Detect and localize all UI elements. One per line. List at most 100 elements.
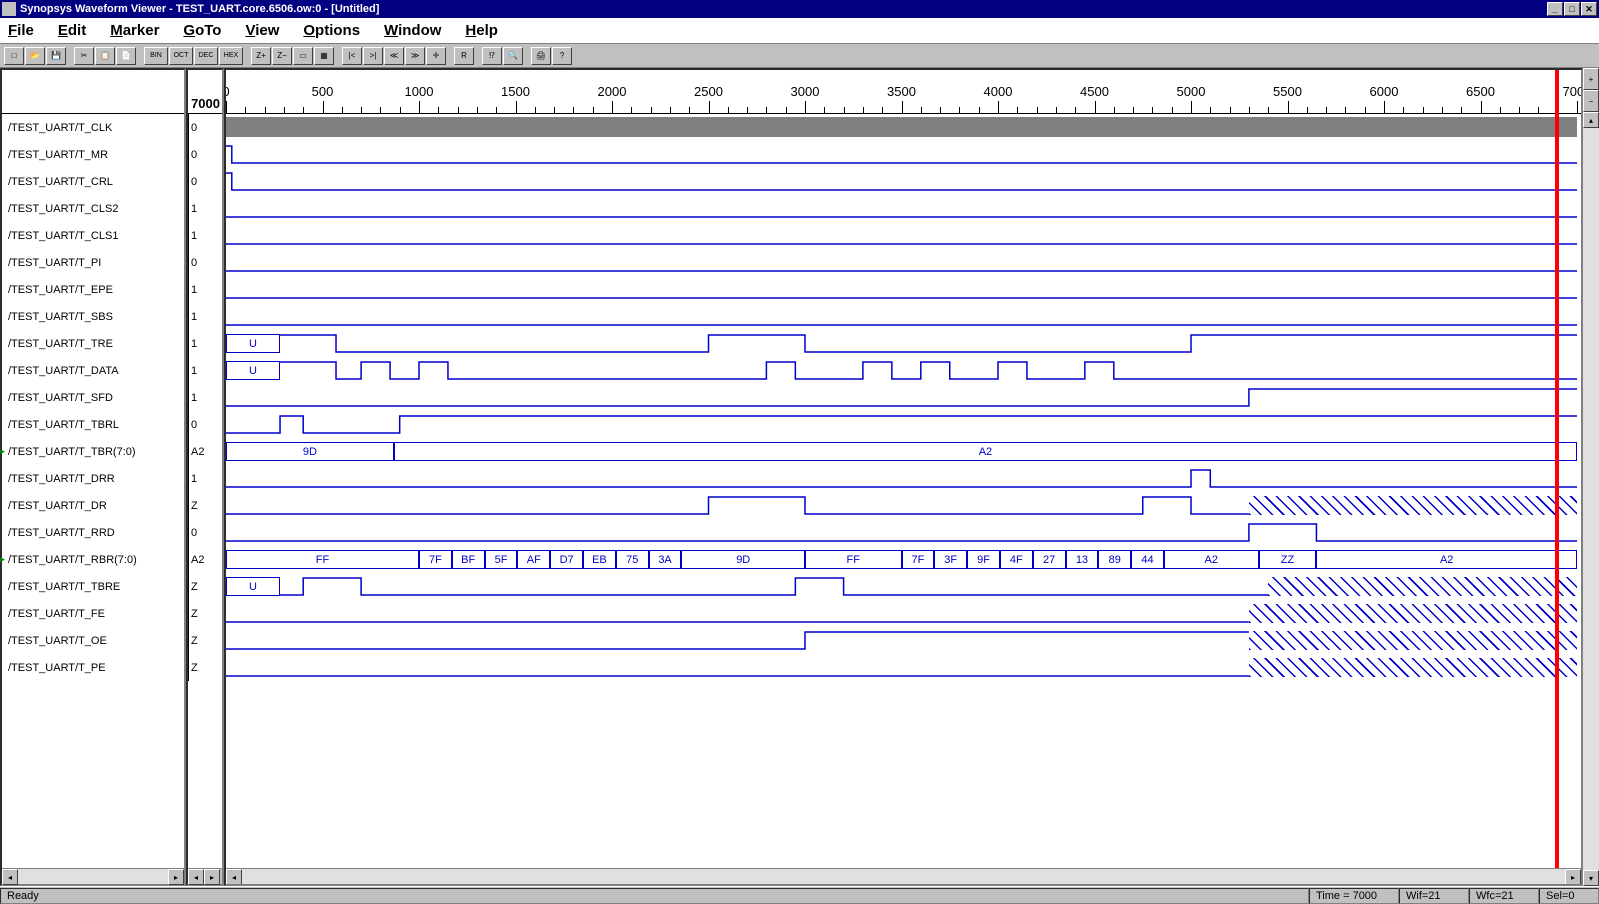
toolbar-btn[interactable]: |< xyxy=(342,47,362,65)
toolbar-btn[interactable]: ⁉ xyxy=(482,47,502,65)
ruler-tick-label: 2000 xyxy=(598,84,627,99)
ruler-tick-label: 4000 xyxy=(984,84,1013,99)
waveform-row[interactable] xyxy=(226,384,1581,411)
signal-name[interactable]: /TEST_UART/T_EPE xyxy=(2,276,184,303)
waveform-row[interactable] xyxy=(226,465,1581,492)
wave-scroll-left[interactable]: ◂ xyxy=(226,869,242,885)
bus-segment: 7F xyxy=(902,550,935,569)
vals-scroll-left[interactable]: ◂ xyxy=(188,869,204,885)
toolbar-btn[interactable]: ✛ xyxy=(426,47,446,65)
waveform-row[interactable]: U xyxy=(226,357,1581,384)
menu-help[interactable]: Help xyxy=(465,22,498,39)
waveform-row[interactable] xyxy=(226,114,1581,141)
waveform-row[interactable]: 9DA2 xyxy=(226,438,1581,465)
signal-name[interactable]: /TEST_UART/T_CLK xyxy=(2,114,184,141)
waveform-row[interactable] xyxy=(226,303,1581,330)
toolbar-btn[interactable]: 🔍 xyxy=(503,47,523,65)
waveform-row[interactable] xyxy=(226,222,1581,249)
signal-name[interactable]: /TEST_UART/T_TBRE xyxy=(2,573,184,600)
signal-name-column: /TEST_UART/T_CLK/TEST_UART/T_MR/TEST_UAR… xyxy=(0,68,186,886)
waveform-row[interactable] xyxy=(226,141,1581,168)
menu-goto[interactable]: GoTo xyxy=(183,22,221,39)
signal-name[interactable]: /TEST_UART/T_TBR(7:0) xyxy=(2,438,184,465)
waveform-row[interactable] xyxy=(226,411,1581,438)
title-bar: Synopsys Waveform Viewer - TEST_UART.cor… xyxy=(0,0,1599,18)
signal-name[interactable]: /TEST_UART/T_DRR xyxy=(2,465,184,492)
time-ruler[interactable]: 0500100015002000250030003500400045005000… xyxy=(226,70,1581,114)
signal-name[interactable]: /TEST_UART/T_PI xyxy=(2,249,184,276)
waveform-column[interactable]: 0500100015002000250030003500400045005000… xyxy=(224,68,1583,886)
ruler-tick-label: 3000 xyxy=(791,84,820,99)
menu-file[interactable]: File xyxy=(8,22,34,39)
toolbar-btn[interactable]: ≫ xyxy=(405,47,425,65)
signal-value: 1 xyxy=(188,384,222,411)
minimize-button[interactable]: _ xyxy=(1547,2,1563,16)
toolbar-btn[interactable]: HEX xyxy=(219,47,243,65)
toolbar-btn[interactable]: 🖨 xyxy=(531,47,551,65)
wave-scroll-right[interactable]: ▸ xyxy=(1565,869,1581,885)
cursor-line[interactable] xyxy=(1555,70,1559,884)
signal-name[interactable]: /TEST_UART/T_CLS1 xyxy=(2,222,184,249)
waveform-row[interactable]: U xyxy=(226,330,1581,357)
wave-scroll-down[interactable]: ▾ xyxy=(1583,870,1599,886)
waveform-row[interactable] xyxy=(226,492,1581,519)
waveform-row[interactable] xyxy=(226,249,1581,276)
toolbar-btn[interactable]: DEC xyxy=(194,47,218,65)
toolbar-btn[interactable]: 📄 xyxy=(116,47,136,65)
waveform-row[interactable] xyxy=(226,195,1581,222)
menu-view[interactable]: View xyxy=(245,22,279,39)
menu-window[interactable]: Window xyxy=(384,22,441,39)
toolbar-btn[interactable]: □ xyxy=(4,47,24,65)
wave-scroll-up[interactable]: ▴ xyxy=(1583,112,1599,128)
waveform-row[interactable] xyxy=(226,627,1581,654)
signal-name[interactable]: /TEST_UART/T_TBRL xyxy=(2,411,184,438)
vals-scroll-right[interactable]: ▸ xyxy=(204,869,220,885)
signal-name[interactable]: /TEST_UART/T_TRE xyxy=(2,330,184,357)
signal-name[interactable]: /TEST_UART/T_DATA xyxy=(2,357,184,384)
signal-name[interactable]: /TEST_UART/T_PE xyxy=(2,654,184,681)
toolbar-btn[interactable]: BIN xyxy=(144,47,168,65)
vertical-scrollbar[interactable]: + − ▴ ▾ xyxy=(1583,68,1599,886)
toolbar-btn[interactable]: OCT xyxy=(169,47,193,65)
waveform-row[interactable]: FF7FBF5FAFD7EB753A9DFF7F3F9F4F27138944A2… xyxy=(226,546,1581,573)
toolbar-btn[interactable]: ? xyxy=(552,47,572,65)
toolbar-btn[interactable]: >| xyxy=(363,47,383,65)
signal-name[interactable]: /TEST_UART/T_DR xyxy=(2,492,184,519)
signal-name[interactable]: /TEST_UART/T_SFD xyxy=(2,384,184,411)
menu-marker[interactable]: Marker xyxy=(110,22,159,39)
signal-value: 1 xyxy=(188,276,222,303)
signal-name[interactable]: /TEST_UART/T_CLS2 xyxy=(2,195,184,222)
signal-name[interactable]: /TEST_UART/T_MR xyxy=(2,141,184,168)
close-button[interactable]: ✕ xyxy=(1581,2,1597,16)
toolbar-btn[interactable]: ✂ xyxy=(74,47,94,65)
signal-name[interactable]: /TEST_UART/T_RRD xyxy=(2,519,184,546)
signal-name[interactable]: /TEST_UART/T_FE xyxy=(2,600,184,627)
maximize-button[interactable]: □ xyxy=(1564,2,1580,16)
waveform-row[interactable]: U xyxy=(226,573,1581,600)
toolbar-btn[interactable]: 📋 xyxy=(95,47,115,65)
waveform-row[interactable] xyxy=(226,654,1581,681)
wave-zoom-out[interactable]: − xyxy=(1583,90,1599,112)
waveform-row[interactable] xyxy=(226,519,1581,546)
signal-name[interactable]: /TEST_UART/T_CRL xyxy=(2,168,184,195)
toolbar-btn[interactable]: 📂 xyxy=(25,47,45,65)
toolbar-btn[interactable]: ▦ xyxy=(314,47,334,65)
menu-edit[interactable]: Edit xyxy=(58,22,86,39)
waveform-row[interactable] xyxy=(226,168,1581,195)
toolbar-btn[interactable]: Z− xyxy=(272,47,292,65)
toolbar-btn[interactable]: R xyxy=(454,47,474,65)
toolbar-btn[interactable]: 💾 xyxy=(46,47,66,65)
signal-name[interactable]: /TEST_UART/T_OE xyxy=(2,627,184,654)
signal-name[interactable]: /TEST_UART/T_RBR(7:0) xyxy=(2,546,184,573)
signal-name[interactable]: /TEST_UART/T_SBS xyxy=(2,303,184,330)
waveform-row[interactable] xyxy=(226,276,1581,303)
toolbar-btn[interactable]: ≪ xyxy=(384,47,404,65)
waveform-row[interactable] xyxy=(226,600,1581,627)
toolbar-btn[interactable]: Z+ xyxy=(251,47,271,65)
toolbar-btn[interactable]: ▭ xyxy=(293,47,313,65)
wave-zoom-in[interactable]: + xyxy=(1583,68,1599,90)
names-scroll-right[interactable]: ▸ xyxy=(168,869,184,885)
menu-options[interactable]: Options xyxy=(303,22,360,39)
ruler-tick-label: 3500 xyxy=(887,84,916,99)
names-scroll-left[interactable]: ◂ xyxy=(2,869,18,885)
